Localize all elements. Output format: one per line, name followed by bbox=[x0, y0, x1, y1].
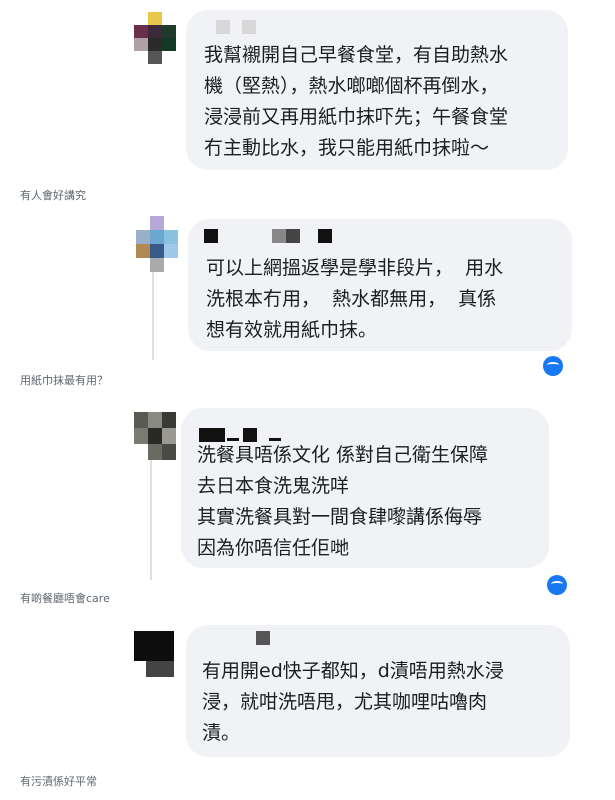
redacted-username bbox=[242, 20, 256, 34]
comment-text: 我幫襯開自己早餐食堂，有自助熱水 機（堅熱），熱水啷啷個杯再倒水， 浸浸前又再用… bbox=[204, 44, 509, 159]
image-caption: 有人會好講究 bbox=[20, 189, 86, 202]
reaction-icon[interactable] bbox=[547, 575, 567, 595]
reaction-icon[interactable] bbox=[543, 356, 563, 376]
avatar[interactable] bbox=[134, 12, 176, 64]
thread-line bbox=[150, 460, 152, 580]
redacted-username bbox=[204, 229, 218, 243]
comment-bubble[interactable]: 可以上網搵返學是學非段片， 用水 洗根本冇用， 熱水都無用， 真係 想有效就用紙… bbox=[188, 219, 572, 351]
avatar[interactable] bbox=[134, 412, 176, 460]
comment-bubble[interactable]: 有用開ed快子都知，d漬唔用熱水浸 浸，就咁洗唔甩，尤其咖哩咕嚕肉 漬。 bbox=[186, 625, 570, 757]
comment-bubble[interactable]: 我幫襯開自己早餐食堂，有自助熱水 機（堅熱），熱水啷啷個杯再倒水， 浸浸前又再用… bbox=[186, 10, 568, 170]
comment-text: 洗餐具唔係文化 係對自己衛生保障 去日本食洗鬼洗咩 其實洗餐具對一間食肆嚟講係侮… bbox=[197, 444, 489, 559]
avatar[interactable] bbox=[136, 216, 178, 272]
image-caption: 有污漬係好平常 bbox=[20, 775, 97, 788]
comment-text: 可以上網搵返學是學非段片， 用水 洗根本冇用， 熱水都無用， 真係 想有效就用紙… bbox=[206, 257, 504, 341]
redacted-username bbox=[272, 229, 286, 243]
comment-bubble[interactable]: 洗餐具唔係文化 係對自己衛生保障 去日本食洗鬼洗咩 其實洗餐具對一間食肆嚟講係侮… bbox=[181, 408, 549, 568]
avatar[interactable] bbox=[134, 631, 174, 677]
image-caption: 有啲餐廳唔會care bbox=[20, 592, 110, 605]
comment-text: 有用開ed快子都知，d漬唔用熱水浸 浸，就咁洗唔甩，尤其咖哩咕嚕肉 漬。 bbox=[202, 660, 504, 744]
image-caption: 用紙巾抹最有用？ bbox=[20, 374, 108, 387]
redacted-username bbox=[256, 631, 270, 645]
redacted-username bbox=[318, 229, 332, 243]
thread-line bbox=[152, 272, 154, 360]
redacted-username bbox=[286, 229, 300, 243]
redacted-username bbox=[216, 20, 230, 34]
